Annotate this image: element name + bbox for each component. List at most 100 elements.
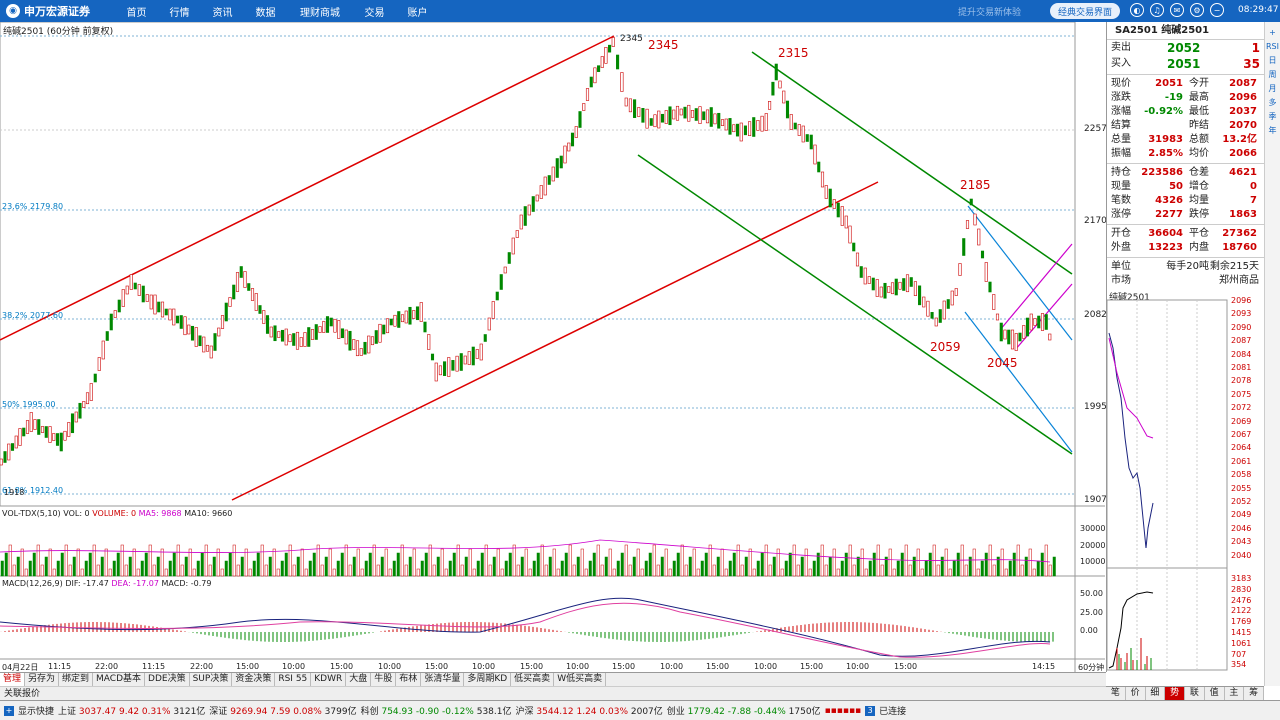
volume-bar <box>952 560 956 577</box>
toolbar-month[interactable]: 月 <box>1267 82 1279 94</box>
panel-tab[interactable]: 主 <box>1225 687 1245 700</box>
volume-bar <box>52 568 56 577</box>
indicator-tab[interactable]: 张清华量 <box>421 673 465 686</box>
candle <box>887 286 891 293</box>
volume-bar <box>1052 556 1056 577</box>
volume-bar <box>688 556 692 577</box>
indicator-tab[interactable]: 绑定到 <box>59 673 94 686</box>
quote-row: 涨停 2277 跌停 1863 <box>1111 209 1257 220</box>
candle <box>224 302 228 322</box>
toolbar-season[interactable]: 季 <box>1267 110 1279 122</box>
indicator-tab[interactable]: 低买高卖 <box>511 673 555 686</box>
volume-bar <box>1040 552 1044 577</box>
clock: 08:29:47 <box>1238 5 1279 15</box>
mini-axis-tick: 2046 <box>1231 523 1252 533</box>
kline-chart[interactable]: 纯碱2501 (60分钟 前复权) 2345 2345 2315 2185 20… <box>0 22 1107 672</box>
volume-bar <box>1048 564 1052 577</box>
candle <box>828 188 832 208</box>
candle <box>109 313 113 331</box>
headset-icon[interactable]: ♫ <box>1150 3 1164 17</box>
indicator-tab[interactable]: RSI 55 <box>275 673 312 686</box>
toolbar-year[interactable]: 年 <box>1267 124 1279 136</box>
panel-tab[interactable]: 值 <box>1205 687 1225 700</box>
volume-bar <box>880 564 884 577</box>
add-icon[interactable]: + <box>4 705 14 716</box>
volume-bar <box>860 548 864 577</box>
candle <box>585 88 590 101</box>
mini-intraday-chart[interactable]: 纯碱2501 2096 2093 2090 2087 2084 2081 2078 2075 2… <box>1106 288 1264 672</box>
volume-bar <box>392 560 396 577</box>
nav-home[interactable]: 首页 <box>115 4 158 19</box>
indicator-tab[interactable]: 多周期KD <box>464 673 512 686</box>
volume-bar <box>484 544 488 577</box>
volume-bar <box>536 552 540 577</box>
panel-tab[interactable]: 联 <box>1185 687 1205 700</box>
candle <box>926 300 930 317</box>
panel-tab[interactable]: 笔 <box>1106 687 1126 700</box>
volume-bar <box>116 552 120 577</box>
mini-axis-tick: 2061 <box>1231 456 1252 466</box>
indicator-tab[interactable]: KDWR <box>311 673 347 686</box>
candle <box>660 113 665 123</box>
nav-account[interactable]: 账户 <box>396 4 439 19</box>
related-quotes[interactable]: 关联报价 <box>0 686 1106 700</box>
candle <box>728 118 732 135</box>
time-tick: 15:00 <box>520 662 544 671</box>
toolbar-multi[interactable]: 多 <box>1267 96 1279 108</box>
candle <box>299 337 303 347</box>
candle <box>890 282 895 295</box>
nav-data[interactable]: 数据 <box>244 4 287 19</box>
nav-trade[interactable]: 交易 <box>353 4 396 19</box>
quote-row: 涨幅 -0.92% 最低 2037 <box>1111 106 1257 117</box>
candle <box>820 171 825 188</box>
candle <box>578 111 582 128</box>
panel-tab[interactable]: 势 <box>1165 687 1185 700</box>
volume-bar <box>848 544 852 577</box>
minimize-icon[interactable]: − <box>1210 3 1224 17</box>
volume-bar <box>136 568 140 577</box>
indicator-tab[interactable]: DDE决策 <box>145 673 190 686</box>
panel-tab[interactable]: 价 <box>1126 687 1146 700</box>
panel-tab[interactable]: 细 <box>1146 687 1166 700</box>
gear-icon[interactable]: ⚙ <box>1190 3 1204 17</box>
macd-axis-0: 0.00 <box>1080 626 1098 635</box>
quote-row: 涨跌 -19 最高 2096 <box>1111 92 1257 103</box>
toolbar-rsi[interactable]: RSI <box>1266 40 1279 52</box>
mini-axis-tick: 2084 <box>1231 349 1252 359</box>
toolbar-day[interactable]: 日 <box>1267 54 1279 66</box>
nav-quotes[interactable]: 行情 <box>158 4 201 19</box>
indicator-tab[interactable]: MACD基本 <box>93 673 146 686</box>
volume-bar <box>588 560 592 577</box>
toolbar-add[interactable]: + <box>1267 26 1279 38</box>
classic-trade-button[interactable]: 经典交易界面 <box>1050 3 1120 19</box>
indicator-tab[interactable]: 另存为 <box>25 673 60 686</box>
indicator-tab[interactable]: 牛股 <box>371 673 397 686</box>
time-tick: 15:00 <box>894 662 918 671</box>
candle <box>793 122 797 130</box>
candle <box>774 63 778 81</box>
axis-2082: 2082 <box>1084 310 1107 320</box>
skin-icon[interactable]: ◐ <box>1130 3 1144 17</box>
nav-news[interactable]: 资讯 <box>201 4 244 19</box>
volume-bar <box>312 552 316 577</box>
indicator-tab[interactable]: SUP决策 <box>190 673 233 686</box>
nav-wealth[interactable]: 理财商城 <box>287 4 353 19</box>
candle <box>37 419 41 435</box>
volume-bar <box>124 564 128 577</box>
volume-bar <box>284 552 288 577</box>
mail-icon[interactable]: ✉ <box>1170 3 1184 17</box>
volume-bar <box>64 544 68 577</box>
indicator-tab[interactable]: 管理 <box>0 673 26 686</box>
show-shortcut[interactable]: 显示快捷 <box>18 704 54 717</box>
volume-bar <box>168 560 172 577</box>
volume-bar <box>532 560 536 577</box>
indicator-tab[interactable]: 布林 <box>396 673 422 686</box>
panel-tab[interactable]: 筹 <box>1244 687 1264 700</box>
toolbar-week[interactable]: 周 <box>1267 68 1279 80</box>
indicator-tab[interactable]: W低买高卖 <box>554 673 607 686</box>
indicator-tab[interactable]: 大盘 <box>346 673 372 686</box>
candle <box>527 204 531 216</box>
index-sh: 上证 3037.47 9.42 0.31% 3121亿 <box>58 707 206 717</box>
indicator-tab[interactable]: 资金决策 <box>232 673 276 686</box>
candle <box>1003 329 1007 340</box>
